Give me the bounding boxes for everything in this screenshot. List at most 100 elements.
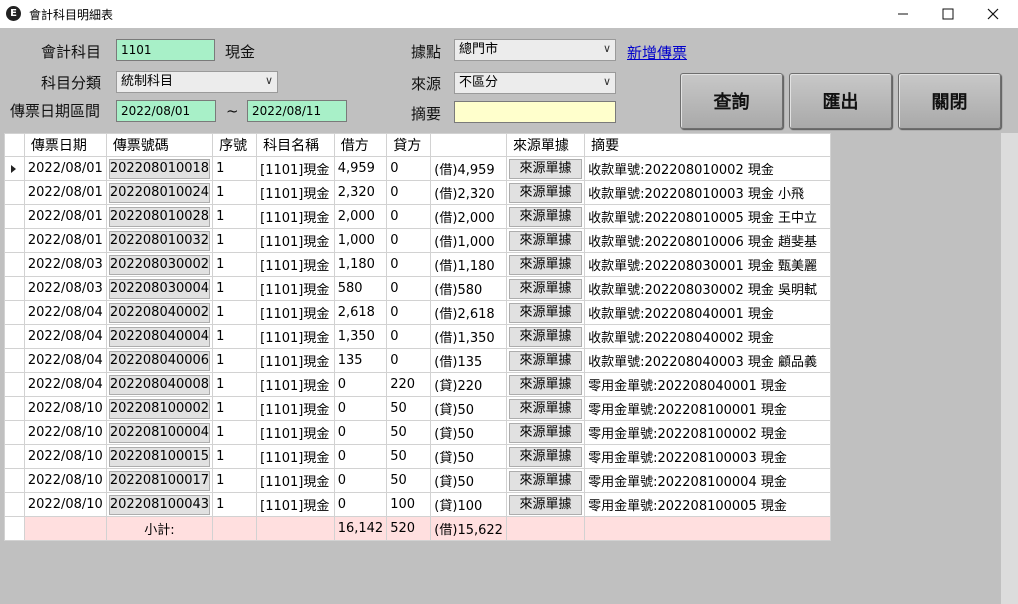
cell-summary: 收款單號:202208040002 現金: [584, 324, 831, 349]
table-row[interactable]: 2022/08/10 202208100002 1 [1101]現金 0 50 (貸)50 來…: [4, 396, 831, 421]
table-row[interactable]: 2022/08/04 202208040004 1 [1101]現金 1,350 0 (借)…: [4, 324, 831, 349]
row-header[interactable]: [4, 180, 25, 205]
source-document-button[interactable]: 來源單據: [508, 422, 583, 443]
source-document-button[interactable]: 來源單據: [508, 326, 583, 347]
new-voucher-link[interactable]: 新增傳票: [627, 42, 687, 63]
row-header[interactable]: [4, 228, 25, 253]
table-row[interactable]: 2022/08/01 202208010032 1 [1101]現金 1,000 0 (借)…: [4, 228, 831, 253]
subtotal-balance: (借)15,622: [430, 516, 507, 541]
row-header[interactable]: [4, 300, 25, 325]
source-document-button[interactable]: 來源單據: [508, 182, 583, 203]
col-header-seq[interactable]: 序號: [212, 133, 258, 157]
table-row[interactable]: 2022/08/10 202208100015 1 [1101]現金 0 50 (貸)50 來…: [4, 444, 831, 469]
voucher-no-button[interactable]: 202208010024: [108, 182, 211, 203]
close-button[interactable]: 關閉: [898, 73, 1001, 129]
table-row[interactable]: 2022/08/10 202208100017 1 [1101]現金 0 50 (貸)50 來…: [4, 468, 831, 493]
date-from-input[interactable]: 2022/08/01: [116, 100, 216, 122]
row-header[interactable]: [4, 396, 25, 421]
table-row[interactable]: 2022/08/10 202208100043 1 [1101]現金 0 100 (貸)10…: [4, 492, 831, 517]
col-header-balance[interactable]: [430, 133, 507, 157]
row-header[interactable]: [4, 468, 25, 493]
cell-credit: 50: [386, 420, 432, 445]
voucher-no-button[interactable]: 202208040006: [108, 350, 211, 371]
cell-debit: 0: [333, 372, 388, 397]
voucher-no-button[interactable]: 202208010028: [108, 206, 211, 227]
col-header-date[interactable]: 傳票日期: [23, 133, 107, 157]
cell-date: 2022/08/01: [23, 228, 107, 253]
summary-input[interactable]: [454, 101, 616, 123]
col-header-credit[interactable]: 貸方: [386, 133, 432, 157]
voucher-no-button[interactable]: 202208100004: [108, 422, 211, 443]
source-document-button[interactable]: 來源單據: [508, 350, 583, 371]
voucher-no-button[interactable]: 202208100017: [108, 470, 211, 491]
row-header[interactable]: [4, 348, 25, 373]
cell-seq: 1: [212, 156, 258, 181]
table-row[interactable]: 2022/08/10 202208100004 1 [1101]現金 0 50 (貸)50 來…: [4, 420, 831, 445]
date-to-input[interactable]: 2022/08/11: [247, 100, 347, 122]
query-button[interactable]: 查詢: [680, 73, 783, 129]
close-window-button[interactable]: [970, 0, 1016, 28]
cell-date: 2022/08/01: [23, 204, 107, 229]
voucher-no-button[interactable]: 202208040004: [108, 326, 211, 347]
chevron-down-icon: ∨: [602, 42, 611, 55]
source-document-button[interactable]: 來源單據: [508, 158, 583, 179]
cell-credit: 50: [386, 468, 432, 493]
source-document-button[interactable]: 來源單據: [508, 494, 583, 515]
cell-balance: (借)4,959: [430, 156, 507, 181]
category-select[interactable]: 統制科目 ∨: [116, 71, 278, 93]
table-row[interactable]: 2022/08/01 202208010028 1 [1101]現金 2,000 0 (借)…: [4, 204, 831, 229]
voucher-no-button[interactable]: 202208010018: [108, 158, 211, 179]
row-header[interactable]: [4, 492, 25, 517]
minimize-button[interactable]: [880, 0, 926, 28]
cell-balance: (貸)100: [430, 492, 507, 517]
row-header[interactable]: [4, 372, 25, 397]
source-document-button[interactable]: 來源單據: [508, 254, 583, 275]
cell-source: 來源單據: [505, 204, 586, 229]
voucher-no-button[interactable]: 202208100002: [108, 398, 211, 419]
maximize-button[interactable]: [925, 0, 971, 28]
row-header[interactable]: [4, 252, 25, 277]
voucher-no-button[interactable]: 202208040002: [108, 302, 211, 323]
table-header: 傳票日期 傳票號碼 序號 科目名稱 借方 貸方 來源單據 摘要: [4, 133, 831, 157]
table-row[interactable]: 2022/08/04 202208040006 1 [1101]現金 135 0 (借)13…: [4, 348, 831, 373]
export-button[interactable]: 匯出: [789, 73, 892, 129]
row-header[interactable]: [4, 276, 25, 301]
row-header[interactable]: [4, 324, 25, 349]
source-document-button[interactable]: 來源單據: [508, 446, 583, 467]
source-document-button[interactable]: 來源單據: [508, 398, 583, 419]
table-row[interactable]: 2022/08/01 202208010018 1 [1101]現金 4,959 0 (借)…: [4, 156, 831, 181]
source-select[interactable]: 不區分 ∨: [454, 72, 616, 94]
site-select[interactable]: 總門市 ∨: [454, 39, 616, 61]
row-header[interactable]: [4, 420, 25, 445]
voucher-no-button[interactable]: 202208100015: [108, 446, 211, 467]
voucher-no-button[interactable]: 202208040008: [108, 374, 211, 395]
table-row[interactable]: 2022/08/01 202208010024 1 [1101]現金 2,320 0 (借)…: [4, 180, 831, 205]
source-document-button[interactable]: 來源單據: [508, 302, 583, 323]
voucher-no-button[interactable]: 202208010032: [108, 230, 211, 251]
table-row[interactable]: 2022/08/03 202208030004 1 [1101]現金 580 0 (借)58…: [4, 276, 831, 301]
source-document-button[interactable]: 來源單據: [508, 230, 583, 251]
col-header-account[interactable]: 科目名稱: [256, 133, 335, 157]
voucher-no-button[interactable]: 202208030002: [108, 254, 211, 275]
source-document-button[interactable]: 來源單據: [508, 206, 583, 227]
table-row[interactable]: 2022/08/04 202208040008 1 [1101]現金 0 220 (貸)22…: [4, 372, 831, 397]
cell-voucher-no: 202208100004: [105, 420, 214, 445]
col-header-voucher-no[interactable]: 傳票號碼: [105, 133, 214, 157]
table-row[interactable]: 2022/08/03 202208030002 1 [1101]現金 1,180 0 (借)…: [4, 252, 831, 277]
source-document-button[interactable]: 來源單據: [508, 278, 583, 299]
row-header[interactable]: [4, 204, 25, 229]
source-document-button[interactable]: 來源單據: [508, 470, 583, 491]
row-header[interactable]: [4, 156, 25, 181]
close-icon: [987, 8, 999, 20]
table-row[interactable]: 2022/08/04 202208040002 1 [1101]現金 2,618 0 (借)…: [4, 300, 831, 325]
cell-debit: 0: [333, 444, 388, 469]
col-header-source[interactable]: 來源單據: [505, 133, 586, 157]
source-document-button[interactable]: 來源單據: [508, 374, 583, 395]
row-header[interactable]: [4, 444, 25, 469]
col-header-debit[interactable]: 借方: [333, 133, 388, 157]
vertical-scrollbar[interactable]: [1001, 133, 1018, 604]
account-code-input[interactable]: 1101: [116, 39, 215, 61]
voucher-no-button[interactable]: 202208100043: [108, 494, 211, 515]
col-header-summary[interactable]: 摘要: [584, 133, 831, 157]
voucher-no-button[interactable]: 202208030004: [108, 278, 211, 299]
